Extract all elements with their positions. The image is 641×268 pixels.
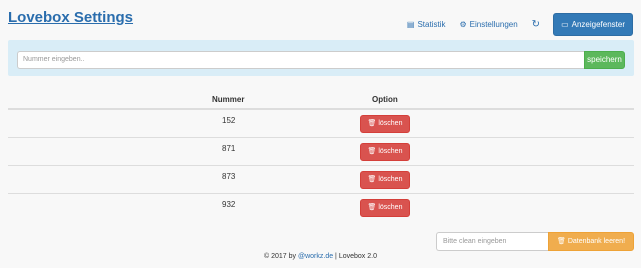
column-header-nummer: Nummer — [212, 95, 245, 104]
trash-icon: 🗑︎ — [367, 204, 379, 211]
column-header-option: Option — [372, 95, 398, 104]
nav-statistik-label: Statistik — [417, 20, 446, 29]
cell-nummer: 152 — [222, 116, 236, 125]
number-input[interactable]: Nummer eingeben.. — [17, 51, 584, 69]
gears-icon: ⚙ — [459, 20, 467, 29]
table-header-divider — [8, 108, 634, 110]
add-number-panel: Nummer eingeben.. speichern — [8, 40, 634, 76]
delete-label: löschen — [378, 204, 403, 211]
delete-button[interactable]: 🗑︎ löschen — [360, 143, 410, 161]
nav-einstellungen-link[interactable]: ⚙ Einstellungen — [459, 20, 517, 29]
clear-database-button[interactable]: 🗑︎ Datenbank leeren! — [548, 232, 634, 251]
delete-button[interactable]: 🗑︎ löschen — [360, 199, 410, 217]
clean-input[interactable]: Bitte clean eingeben — [436, 232, 548, 251]
delete-button[interactable]: 🗑︎ löschen — [360, 171, 410, 189]
refresh-icon[interactable]: ↻ — [532, 19, 540, 30]
footer-prefix: © 2017 by — [264, 253, 298, 260]
delete-label: löschen — [378, 148, 403, 155]
footer: © 2017 by @workz.de | Lovebox 2.0 — [0, 253, 641, 260]
footer-suffix: | Lovebox 2.0 — [333, 253, 377, 260]
row-divider — [8, 165, 634, 166]
cell-nummer: 873 — [222, 172, 236, 181]
cell-nummer: 871 — [222, 144, 236, 153]
row-divider — [8, 193, 634, 194]
cell-nummer: 932 — [222, 200, 236, 209]
clear-database-label: Datenbank leeren! — [567, 238, 626, 245]
trash-icon: 🗑︎ — [556, 238, 568, 245]
page-title[interactable]: Lovebox Settings — [8, 9, 133, 27]
delete-button[interactable]: 🗑︎ löschen — [360, 115, 410, 133]
footer-link[interactable]: @workz.de — [298, 253, 333, 260]
top-nav: ▤ Statistik ⚙ Einstellungen ↻ ▭ Anzeigef… — [407, 13, 633, 36]
nav-einstellungen-label: Einstellungen — [469, 20, 518, 29]
delete-label: löschen — [378, 120, 403, 127]
trash-icon: 🗑︎ — [367, 120, 379, 127]
trash-icon: 🗑︎ — [367, 176, 379, 183]
anzeigefenster-label: Anzeigefenster — [571, 20, 625, 29]
anzeigefenster-button[interactable]: ▭ Anzeigefenster — [553, 13, 633, 36]
nav-statistik-link[interactable]: ▤ Statistik — [407, 20, 446, 29]
monitor-icon: ▭ — [561, 20, 569, 29]
delete-label: löschen — [378, 176, 403, 183]
bar-chart-icon: ▤ — [406, 20, 415, 29]
save-button[interactable]: speichern — [584, 51, 625, 69]
trash-icon: 🗑︎ — [367, 148, 379, 155]
row-divider — [8, 137, 634, 138]
